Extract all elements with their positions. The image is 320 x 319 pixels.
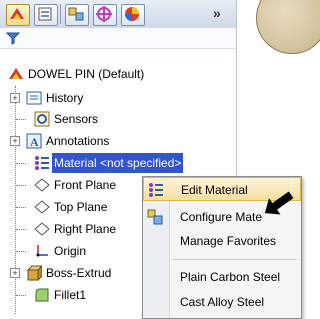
filter-icon[interactable] <box>6 31 20 45</box>
material-icon <box>35 156 49 170</box>
filter-bar <box>0 28 236 49</box>
part-viewport-preview <box>256 0 320 54</box>
tree-item-label: Top Plane <box>54 200 108 214</box>
tab-feature-manager[interactable] <box>6 4 30 26</box>
configure-material-icon <box>147 209 163 225</box>
tree-root-label: DOWEL PIN (Default) <box>28 67 145 81</box>
menu-item-label: Manage Favorites <box>180 234 277 248</box>
plane-icon <box>34 222 50 236</box>
menu-item-label: Configure Mate <box>180 210 263 224</box>
history-icon <box>26 91 42 105</box>
tab-property-manager[interactable] <box>34 4 58 26</box>
menu-separator <box>173 259 297 260</box>
menu-item-label: Cast Alloy Steel <box>180 295 265 309</box>
tab-dimxpert-manager[interactable] <box>93 4 117 26</box>
tree-item-label: Right Plane <box>54 222 117 236</box>
dimxpert-icon <box>96 6 112 22</box>
origin-icon <box>36 245 48 257</box>
tree-item-label: History <box>46 91 84 105</box>
tree-item-label: Material <not specified> <box>52 153 184 173</box>
expand-toggle[interactable]: + <box>10 93 20 103</box>
boss-extrude-icon <box>26 265 42 281</box>
menu-item-cast-alloy-steel[interactable]: Cast Alloy Steel <box>143 290 301 314</box>
more-tabs-button[interactable]: » <box>213 5 221 21</box>
edit-material-icon <box>149 183 163 197</box>
sensors-icon <box>34 111 50 127</box>
feature-manager-icon <box>10 8 24 19</box>
manager-tab-strip: » <box>0 0 236 29</box>
display-manager-icon <box>125 7 139 21</box>
plane-icon <box>34 200 50 214</box>
tree-item-label: Origin <box>54 244 87 258</box>
configuration-manager-icon <box>68 7 84 21</box>
tree-item-label: Annotations <box>46 134 110 148</box>
plane-icon <box>34 178 50 192</box>
tab-configuration-manager[interactable] <box>65 4 89 26</box>
expand-toggle[interactable]: + <box>10 268 20 278</box>
menu-item-label: Edit Material <box>181 183 248 197</box>
tree-item-label: Front Plane <box>54 178 117 192</box>
svg-text:A: A <box>30 135 39 149</box>
tree-item-label: Fillet1 <box>54 288 87 302</box>
menu-item-label: Plain Carbon Steel <box>180 270 281 284</box>
annotations-icon: A <box>26 133 42 149</box>
tab-display-manager[interactable] <box>121 4 145 26</box>
fillet-icon <box>35 288 49 302</box>
tree-item-label: Sensors <box>54 112 99 126</box>
tree-item-label: Boss-Extrud <box>46 266 112 280</box>
menu-item-manage-favorites[interactable]: Manage Favorites <box>143 229 301 253</box>
property-manager-icon <box>38 7 52 21</box>
expand-toggle[interactable]: + <box>10 136 20 146</box>
part-icon <box>9 68 23 79</box>
menu-item-plain-carbon-steel[interactable]: Plain Carbon Steel <box>143 265 301 289</box>
pointer-arrow-icon <box>264 191 294 215</box>
